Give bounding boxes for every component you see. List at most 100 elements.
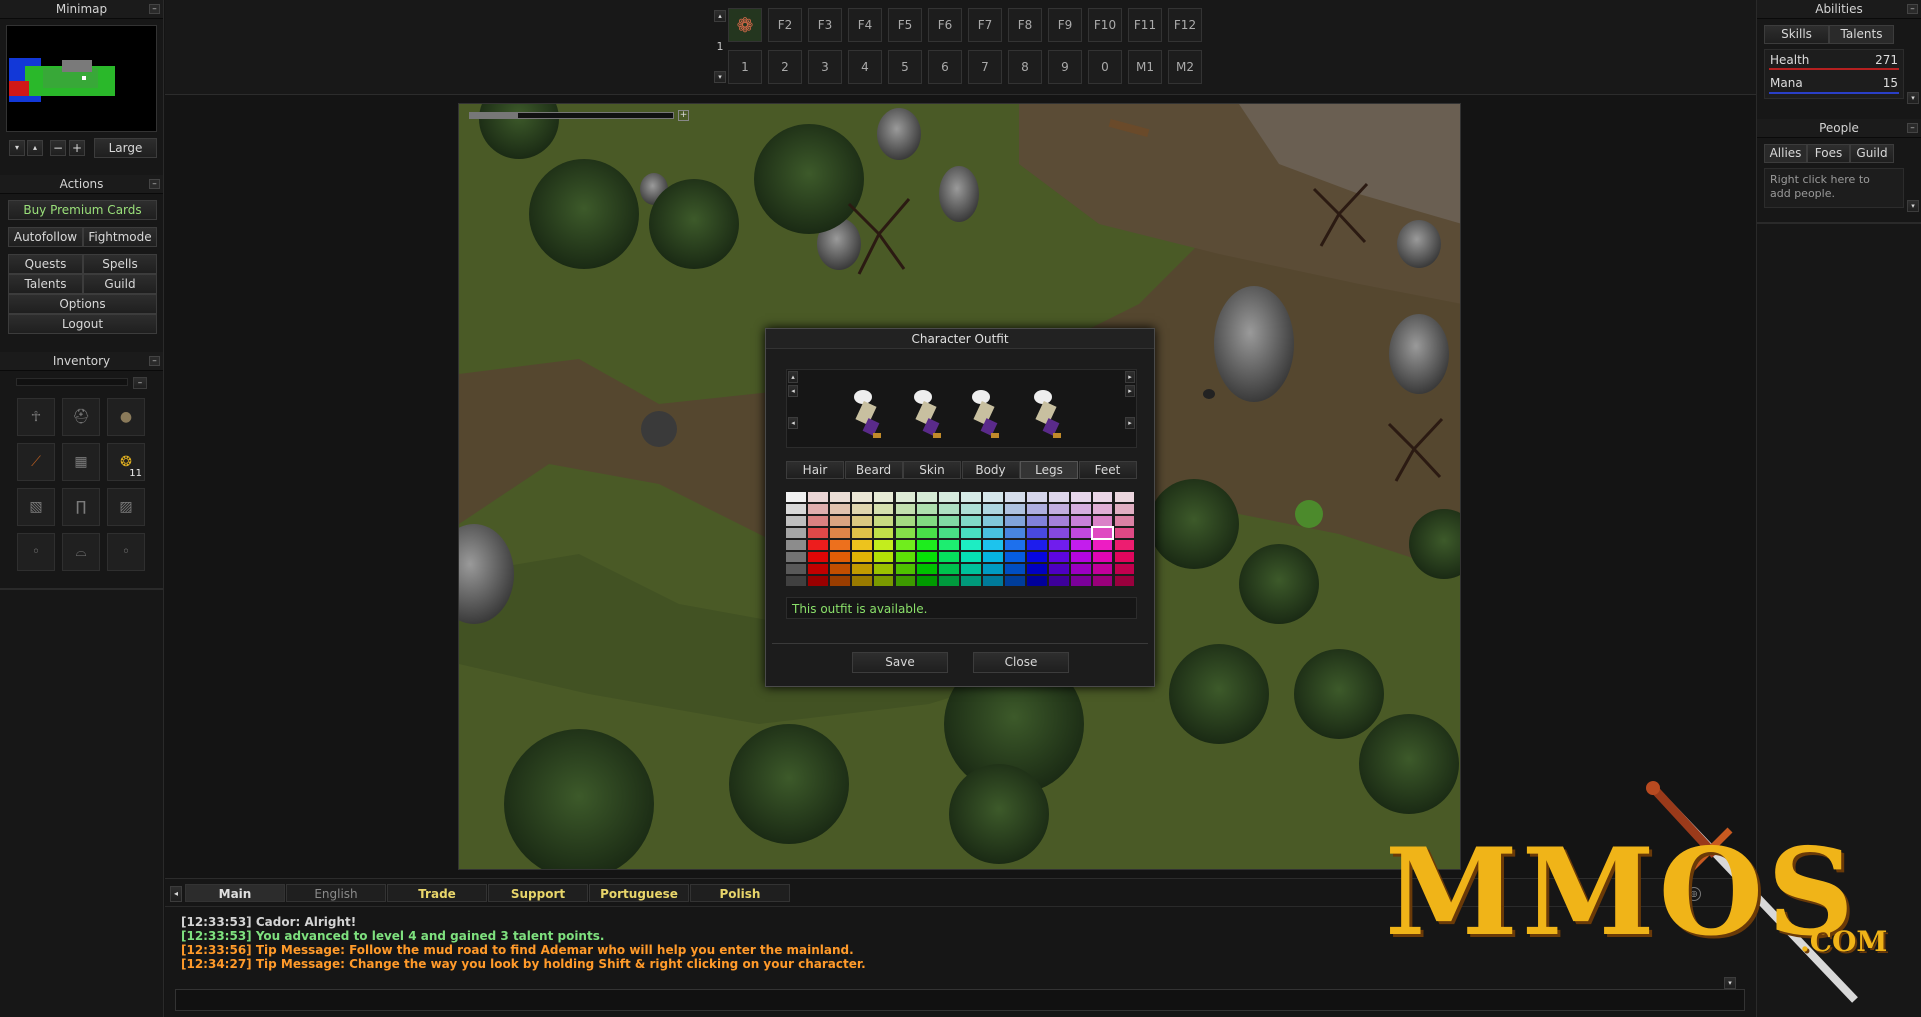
tab-skills[interactable]: Skills bbox=[1764, 25, 1829, 44]
color-swatch[interactable] bbox=[1048, 504, 1069, 514]
color-swatch[interactable] bbox=[1026, 564, 1047, 574]
color-swatch[interactable] bbox=[961, 492, 982, 502]
color-swatch[interactable] bbox=[983, 504, 1003, 514]
color-swatch[interactable] bbox=[873, 516, 894, 526]
color-swatch[interactable] bbox=[1070, 576, 1091, 586]
minimap-zoom-in-button[interactable]: + bbox=[69, 140, 85, 156]
color-swatch[interactable] bbox=[1114, 564, 1135, 574]
hotbar-page-up-button[interactable]: ▴ bbox=[714, 10, 726, 22]
color-swatch[interactable] bbox=[1026, 576, 1047, 586]
minimap-size-button[interactable]: Large bbox=[94, 138, 157, 158]
inventory-slot-ring-right[interactable]: ◦ bbox=[107, 533, 145, 571]
outfit-tab-hair[interactable]: Hair bbox=[786, 461, 844, 479]
color-swatch[interactable] bbox=[895, 528, 916, 538]
hotkey-f6[interactable]: F6 bbox=[928, 8, 962, 42]
autofollow-button[interactable]: Autofollow bbox=[8, 227, 83, 247]
color-swatch[interactable] bbox=[829, 564, 850, 574]
minimap-scroll-down-button[interactable]: ▾ bbox=[9, 140, 25, 156]
color-swatch[interactable] bbox=[851, 552, 872, 562]
hotkey-f2[interactable]: F2 bbox=[768, 8, 802, 42]
color-swatch[interactable] bbox=[873, 504, 894, 514]
color-swatch[interactable] bbox=[939, 516, 960, 526]
color-swatch[interactable] bbox=[1114, 492, 1135, 502]
color-swatch[interactable] bbox=[1114, 576, 1135, 586]
color-swatch[interactable] bbox=[851, 528, 872, 538]
color-swatch[interactable] bbox=[1070, 552, 1091, 562]
color-swatch[interactable] bbox=[829, 516, 850, 526]
color-swatch[interactable] bbox=[917, 564, 938, 574]
minimap-view[interactable] bbox=[6, 25, 157, 132]
outfit-tab-feet[interactable]: Feet bbox=[1078, 461, 1137, 479]
color-swatch[interactable] bbox=[895, 540, 916, 550]
hotkey-m2[interactable]: M2 bbox=[1168, 50, 1202, 84]
logout-button[interactable]: Logout bbox=[8, 314, 157, 334]
inventory-slot-legs[interactable]: ∏ bbox=[62, 488, 100, 526]
color-swatch[interactable] bbox=[1114, 540, 1135, 550]
inventory-slot-armor[interactable]: ▦ bbox=[62, 443, 100, 481]
color-swatch[interactable] bbox=[1114, 528, 1135, 538]
color-swatch[interactable] bbox=[786, 552, 806, 562]
color-swatch[interactable] bbox=[807, 576, 828, 586]
color-swatch[interactable] bbox=[851, 564, 872, 574]
color-swatch[interactable] bbox=[939, 504, 960, 514]
color-swatch[interactable] bbox=[1114, 516, 1135, 526]
minimap-zoom-out-button[interactable]: − bbox=[50, 140, 66, 156]
chat-tab-trade[interactable]: Trade bbox=[387, 884, 487, 902]
color-swatch[interactable] bbox=[895, 516, 916, 526]
outfit-tab-skin[interactable]: Skin bbox=[903, 461, 961, 479]
color-swatch[interactable] bbox=[1070, 504, 1091, 514]
color-swatch[interactable] bbox=[1026, 540, 1047, 550]
outfit-tab-beard[interactable]: Beard bbox=[844, 461, 903, 479]
color-swatch[interactable] bbox=[1070, 540, 1091, 550]
color-swatch[interactable] bbox=[786, 564, 806, 574]
color-swatch[interactable] bbox=[1092, 492, 1113, 502]
color-swatch[interactable] bbox=[983, 564, 1003, 574]
color-swatch[interactable] bbox=[1070, 528, 1091, 538]
inventory-slot-backpack[interactable]: ● bbox=[107, 398, 145, 436]
color-swatch[interactable] bbox=[961, 552, 982, 562]
inventory-slot-left-hand[interactable]: ▧ bbox=[17, 488, 55, 526]
color-swatch[interactable] bbox=[807, 564, 828, 574]
color-swatch[interactable] bbox=[1070, 516, 1091, 526]
guild-button[interactable]: Guild bbox=[83, 274, 157, 294]
color-swatch[interactable] bbox=[961, 564, 982, 574]
color-swatch[interactable] bbox=[1048, 564, 1069, 574]
color-swatch[interactable] bbox=[786, 492, 806, 502]
hotkey-f8[interactable]: F8 bbox=[1008, 8, 1042, 42]
outfit-close-button[interactable]: Close bbox=[973, 652, 1069, 673]
color-swatch[interactable] bbox=[1114, 552, 1135, 562]
color-swatch[interactable] bbox=[1070, 492, 1091, 502]
inventory-slot-feet[interactable]: ⌓ bbox=[62, 533, 100, 571]
color-swatch[interactable] bbox=[1026, 504, 1047, 514]
options-button[interactable]: Options bbox=[8, 294, 157, 314]
color-swatch[interactable] bbox=[786, 576, 806, 586]
hotkey-5[interactable]: 5 bbox=[888, 50, 922, 84]
abilities-scroll-down-button[interactable]: ▾ bbox=[1907, 92, 1919, 104]
color-swatch[interactable] bbox=[895, 564, 916, 574]
color-swatch[interactable] bbox=[851, 504, 872, 514]
color-swatch[interactable] bbox=[939, 552, 960, 562]
people-scroll-down-button[interactable]: ▾ bbox=[1907, 200, 1919, 212]
color-swatch[interactable] bbox=[917, 504, 938, 514]
color-swatch[interactable] bbox=[807, 492, 828, 502]
color-swatch[interactable] bbox=[983, 492, 1003, 502]
hotkey-f9[interactable]: F9 bbox=[1048, 8, 1082, 42]
chat-log[interactable]: [12:33:53] Cador: Alright! [12:33:53] You… bbox=[165, 906, 1756, 989]
color-swatch[interactable] bbox=[1092, 564, 1113, 574]
chat-tab-main[interactable]: Main bbox=[185, 884, 285, 902]
color-swatch[interactable] bbox=[1092, 504, 1113, 514]
hotkey-0[interactable]: 0 bbox=[1088, 50, 1122, 84]
color-swatch[interactable] bbox=[1048, 540, 1069, 550]
color-swatch[interactable] bbox=[1026, 528, 1047, 538]
color-swatch[interactable] bbox=[873, 552, 894, 562]
color-swatch[interactable] bbox=[1048, 516, 1069, 526]
color-swatch[interactable] bbox=[829, 504, 850, 514]
inventory-menu-button[interactable]: – bbox=[133, 377, 147, 389]
color-swatch[interactable] bbox=[939, 492, 960, 502]
color-swatch[interactable] bbox=[961, 528, 982, 538]
color-swatch[interactable] bbox=[917, 492, 938, 502]
color-swatch[interactable] bbox=[1005, 576, 1025, 586]
tab-guild[interactable]: Guild bbox=[1850, 144, 1894, 163]
color-swatch[interactable] bbox=[983, 552, 1003, 562]
hotkey-f4[interactable]: F4 bbox=[848, 8, 882, 42]
